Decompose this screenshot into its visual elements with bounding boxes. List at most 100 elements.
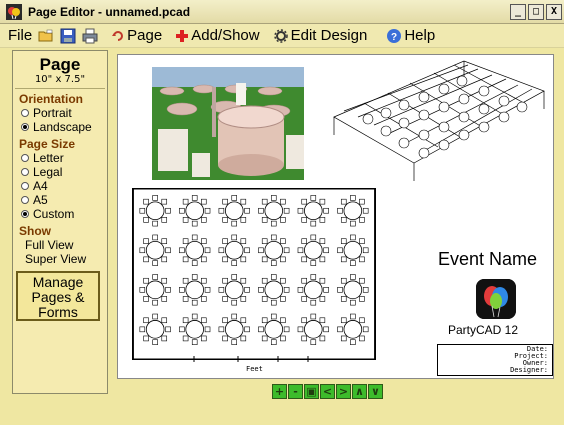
chair	[301, 335, 307, 342]
round-table[interactable]	[139, 313, 171, 345]
open-folder-icon[interactable]	[38, 28, 54, 44]
size-custom-label: Custom	[33, 207, 75, 221]
chair	[319, 238, 326, 244]
round-table[interactable]	[218, 274, 250, 306]
round-table[interactable]	[297, 195, 329, 227]
chair	[319, 317, 326, 324]
chair	[218, 287, 225, 293]
chair	[139, 287, 146, 293]
page-canvas[interactable]: Feet Event Name PartyCAD 12 Date: Projec…	[117, 54, 554, 379]
orientation-landscape-label: Landscape	[33, 120, 92, 134]
round-table[interactable]	[337, 313, 369, 345]
chair	[182, 317, 189, 324]
pan-left-button[interactable]: <	[320, 384, 335, 399]
round-table[interactable]	[297, 313, 329, 345]
pan-right-button[interactable]: >	[336, 384, 351, 399]
chair	[152, 299, 158, 306]
close-button[interactable]: X	[546, 3, 562, 20]
size-custom[interactable]: Custom	[21, 207, 107, 221]
round-table[interactable]	[139, 234, 171, 266]
radio-custom[interactable]	[21, 210, 29, 218]
chair	[231, 260, 237, 266]
zoom-out-button[interactable]: -	[288, 384, 303, 399]
round-table[interactable]	[218, 195, 250, 227]
zoom-in-button[interactable]: +	[272, 384, 287, 399]
radio-a5[interactable]	[21, 196, 29, 204]
round-table[interactable]	[258, 195, 290, 227]
chair	[350, 299, 356, 306]
menu-help[interactable]: ? Help	[387, 27, 435, 44]
chair	[337, 247, 343, 254]
chair	[139, 207, 146, 214]
radio-letter[interactable]	[21, 154, 29, 162]
chair	[182, 296, 189, 302]
radio-landscape[interactable]	[21, 123, 29, 131]
menu-page[interactable]: Page	[112, 27, 162, 44]
round-table[interactable]	[258, 313, 290, 345]
menu-add-show[interactable]: Add/Show	[176, 27, 260, 44]
chair	[191, 234, 198, 241]
show-full-view[interactable]: Full View	[25, 238, 107, 252]
chair	[261, 277, 268, 284]
title-block[interactable]: Date: Project: Owner: Designer:	[437, 344, 553, 376]
round-table[interactable]	[139, 274, 171, 306]
orientation-landscape[interactable]: Landscape	[21, 120, 107, 134]
chair	[240, 335, 247, 342]
chair	[319, 335, 326, 342]
round-table[interactable]	[179, 195, 211, 227]
partycad-logo	[476, 279, 516, 319]
chair	[297, 207, 304, 214]
save-disk-icon[interactable]	[60, 28, 76, 44]
3d-render-image	[152, 67, 304, 180]
round-table[interactable]	[337, 195, 369, 227]
divider	[15, 88, 105, 89]
pan-up-button[interactable]: ∧	[352, 384, 367, 399]
fit-page-button[interactable]: ▣	[304, 384, 319, 399]
round-table[interactable]	[179, 313, 211, 345]
size-letter[interactable]: Letter	[21, 151, 107, 165]
chair	[323, 326, 329, 333]
round-table[interactable]	[297, 274, 329, 306]
round-table[interactable]	[337, 274, 369, 306]
orientation-portrait[interactable]: Portrait	[21, 106, 107, 120]
minimize-button[interactable]: _	[510, 3, 526, 20]
pan-down-button[interactable]: ∨	[368, 384, 383, 399]
print-icon[interactable]	[82, 28, 98, 44]
size-a5[interactable]: A5	[21, 193, 107, 207]
menu-edit-design[interactable]: Edit Design	[273, 27, 367, 44]
refresh-icon	[112, 30, 124, 41]
round-table[interactable]	[337, 234, 369, 266]
chair	[161, 335, 168, 342]
size-letter-label: Letter	[33, 151, 64, 165]
round-table[interactable]	[179, 234, 211, 266]
chair	[310, 274, 317, 280]
radio-portrait[interactable]	[21, 109, 29, 117]
chair	[143, 335, 149, 342]
chair	[231, 299, 237, 306]
round-table[interactable]	[258, 234, 290, 266]
round-table[interactable]	[297, 234, 329, 266]
radio-legal[interactable]	[21, 168, 29, 176]
size-legal-label: Legal	[33, 165, 63, 179]
size-a4[interactable]: A4	[21, 179, 107, 193]
chair	[310, 299, 317, 306]
round-table[interactable]	[139, 195, 171, 227]
show-super-view[interactable]: Super View	[25, 252, 107, 266]
menu-file[interactable]: File	[8, 27, 32, 44]
round-table[interactable]	[218, 313, 250, 345]
chair	[244, 207, 250, 214]
chair	[201, 335, 207, 342]
round-table[interactable]	[179, 274, 211, 306]
radio-a4[interactable]	[21, 182, 29, 190]
chair	[152, 339, 158, 345]
maximize-button[interactable]: □	[528, 3, 544, 20]
event-name-label[interactable]: Event Name	[438, 249, 553, 270]
chair	[152, 234, 158, 241]
chair	[179, 207, 185, 214]
size-legal[interactable]: Legal	[21, 165, 107, 179]
round-table[interactable]	[218, 234, 250, 266]
chair	[261, 217, 268, 223]
chair	[350, 339, 356, 345]
round-table[interactable]	[258, 274, 290, 306]
manage-pages-forms-button[interactable]: Manage Pages & Forms	[16, 271, 100, 321]
